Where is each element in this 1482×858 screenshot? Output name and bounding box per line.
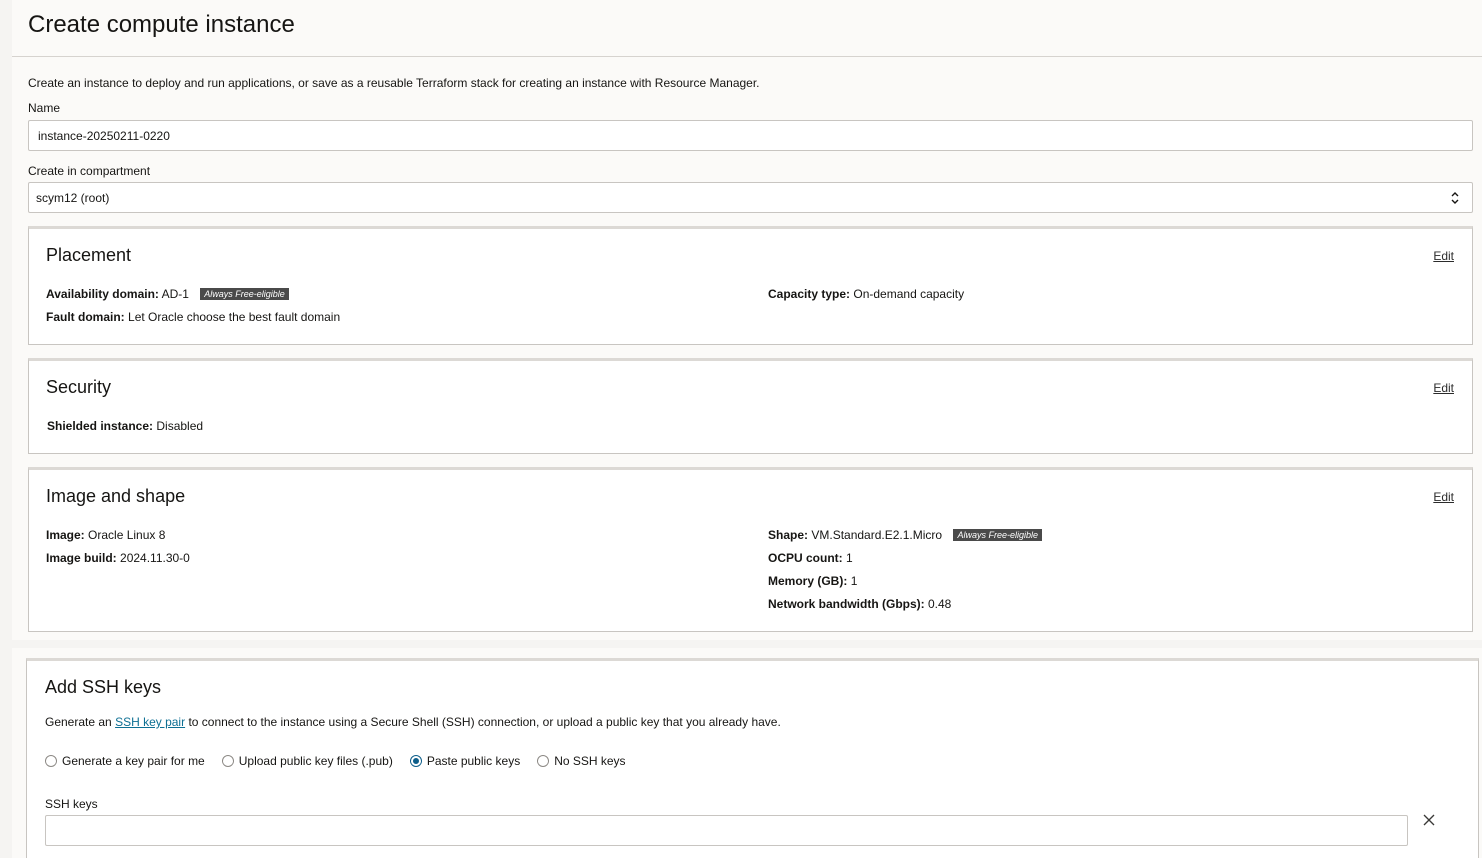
radio-label: Upload public key files (.pub)	[238, 754, 393, 768]
image: Image: Oracle Linux 8	[46, 528, 165, 542]
chevron-up-down-icon	[1451, 192, 1459, 204]
memory-label: Memory (GB):	[768, 574, 848, 588]
ssh-keys-input[interactable]	[45, 815, 1408, 846]
close-icon[interactable]	[1421, 812, 1437, 828]
image-build-label: Image build:	[46, 551, 117, 565]
ssh-key-pair-link[interactable]: SSH key pair	[115, 715, 185, 729]
always-free-badge: Always Free-eligible	[953, 529, 1042, 541]
compartment-label: Create in compartment	[28, 164, 151, 178]
ssh-keys-description: Generate an SSH key pair to connect to t…	[45, 715, 781, 729]
shielded-instance-label: Shielded instance:	[47, 419, 154, 433]
shape-value: VM.Standard.E2.1.Micro	[811, 528, 943, 542]
ssh-keys-title: Add SSH keys	[45, 677, 162, 697]
shape: Shape: VM.Standard.E2.1.Micro Always Fre…	[768, 528, 1042, 542]
page-intro: Create an instance to deploy and run app…	[28, 76, 760, 90]
image-label: Image:	[46, 528, 85, 542]
security-title: Security	[46, 377, 112, 397]
radio-label: Paste public keys	[426, 754, 521, 768]
security-edit-link[interactable]: Edit	[1433, 381, 1454, 395]
image-shape-edit-link[interactable]: Edit	[1433, 490, 1454, 504]
ocpu-count-value: 1	[846, 551, 853, 565]
shielded-instance: Shielded instance: Disabled	[47, 419, 203, 433]
image-shape-card: Image and shape Edit Image: Oracle Linux…	[28, 467, 1473, 632]
radio-upload-public-key[interactable]: Upload public key files (.pub)	[221, 754, 393, 768]
radio-paste-public-keys[interactable]: Paste public keys	[409, 754, 521, 768]
ocpu-count-label: OCPU count:	[768, 551, 843, 565]
ssh-key-options: Generate a key pair for me Upload public…	[45, 754, 643, 768]
radio-label: Generate a key pair for me	[62, 754, 205, 768]
capacity-type: Capacity type: On-demand capacity	[768, 287, 964, 301]
network-bandwidth: Network bandwidth (Gbps): 0.48	[768, 597, 951, 611]
ssh-keys-card: Add SSH keys Generate an SSH key pair to…	[26, 658, 1479, 858]
memory-value: 1	[850, 574, 858, 588]
compartment-select[interactable]: scym12 (root)	[28, 182, 1473, 213]
ssh-desc-prefix: Generate an	[45, 715, 112, 729]
capacity-type-value: On-demand capacity	[853, 287, 965, 301]
create-instance-panel: Create compute instance Create an instan…	[12, 0, 1482, 640]
image-build: Image build: 2024.11.30-0	[46, 551, 190, 565]
image-value: Oracle Linux 8	[88, 528, 166, 542]
radio-label: No SSH keys	[554, 754, 626, 768]
placement-title: Placement	[46, 245, 132, 265]
radio-no-ssh-keys[interactable]: No SSH keys	[537, 754, 626, 768]
title-divider	[12, 56, 1482, 57]
availability-domain: Availability domain: AD-1 Always Free-el…	[46, 287, 289, 301]
image-build-value: 2024.11.30-0	[120, 551, 190, 565]
fault-domain-label: Fault domain:	[46, 310, 125, 324]
name-input-value: instance-20250211-0220	[38, 128, 170, 143]
fault-domain-value: Let Oracle choose the best fault domain	[128, 310, 341, 324]
shielded-instance-value: Disabled	[156, 419, 204, 433]
compartment-select-value: scym12 (root)	[36, 190, 110, 205]
ssh-keys-panel: Add SSH keys Generate an SSH key pair to…	[12, 648, 1482, 858]
security-card: Security Edit Shielded instance: Disable…	[28, 358, 1473, 454]
name-label: Name	[28, 101, 61, 115]
network-bandwidth-value: 0.48	[928, 597, 952, 611]
image-shape-title: Image and shape	[46, 486, 186, 506]
radio-button-selected[interactable]	[409, 755, 422, 767]
radio-button[interactable]	[45, 755, 57, 767]
capacity-type-label: Capacity type:	[768, 287, 851, 301]
ssh-keys-label: SSH keys	[45, 797, 98, 811]
ocpu-count: OCPU count: 1	[768, 551, 853, 565]
radio-generate-key-pair[interactable]: Generate a key pair for me	[45, 754, 205, 768]
memory: Memory (GB): 1	[768, 574, 857, 588]
shape-label: Shape:	[768, 528, 809, 542]
fault-domain: Fault domain: Let Oracle choose the best…	[46, 310, 340, 324]
availability-domain-label: Availability domain:	[46, 287, 159, 301]
radio-button[interactable]	[537, 755, 550, 767]
placement-edit-link[interactable]: Edit	[1433, 249, 1454, 263]
network-bandwidth-label: Network bandwidth (Gbps):	[768, 597, 925, 611]
page-title: Create compute instance	[28, 11, 295, 38]
always-free-badge: Always Free-eligible	[200, 288, 289, 300]
availability-domain-value: AD-1	[161, 287, 189, 301]
placement-card: Placement Edit Availability domain: AD-1…	[28, 226, 1473, 345]
radio-button[interactable]	[221, 755, 234, 767]
name-input[interactable]: instance-20250211-0220	[28, 120, 1473, 151]
ssh-desc-suffix: to connect to the instance using a Secur…	[188, 715, 781, 729]
